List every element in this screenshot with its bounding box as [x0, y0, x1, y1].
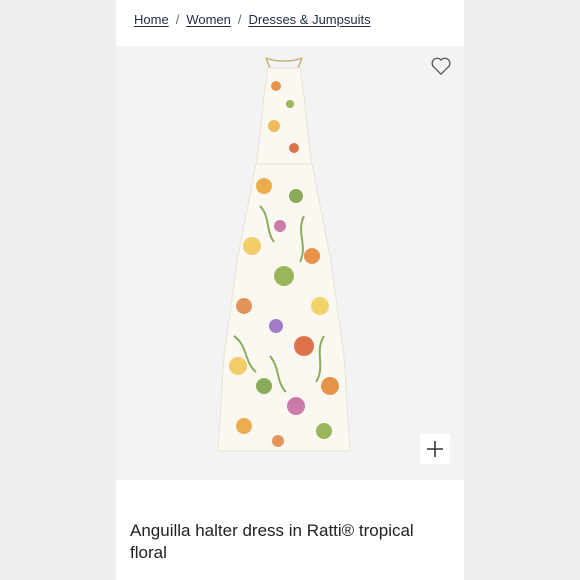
product-page: Home / Women / Dresses & Jumpsuits Angui… — [116, 0, 464, 580]
breadcrumb: Home / Women / Dresses & Jumpsuits — [134, 10, 371, 28]
quick-add-button[interactable] — [420, 434, 450, 464]
product-title[interactable]: Anguilla halter dress in Ratti® tropical… — [130, 520, 430, 564]
heart-icon — [431, 57, 451, 75]
breadcrumb-dresses-jumpsuits[interactable]: Dresses & Jumpsuits — [249, 12, 371, 27]
favorite-button[interactable] — [430, 56, 452, 76]
breadcrumb-separator: / — [237, 11, 242, 27]
product-image — [217, 57, 351, 452]
breadcrumb-women[interactable]: Women — [186, 12, 231, 27]
breadcrumb-separator: / — [175, 11, 180, 27]
breadcrumb-home[interactable]: Home — [134, 12, 169, 27]
plus-icon — [427, 441, 443, 457]
product-image-container[interactable] — [116, 46, 464, 480]
